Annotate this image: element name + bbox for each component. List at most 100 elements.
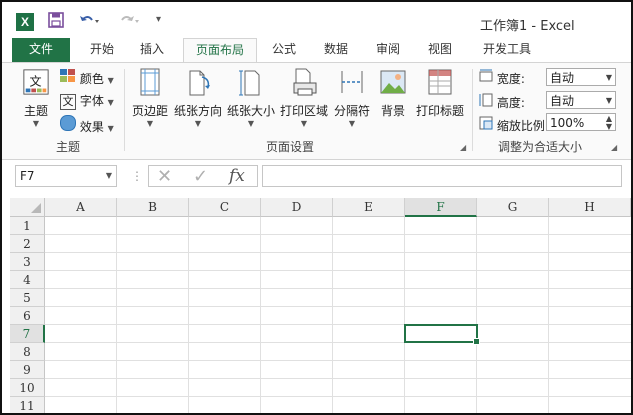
colors-button[interactable]: 颜色 ▼ <box>60 69 114 87</box>
select-all-button[interactable] <box>10 198 45 217</box>
background-icon <box>380 70 406 94</box>
row-header-10[interactable]: 10 <box>10 379 45 397</box>
height-label: 高度: <box>496 96 525 110</box>
size-caret-icon: ▼ <box>247 119 255 128</box>
height-value: 自动 <box>550 94 575 108</box>
tab-view[interactable]: 视图 <box>420 38 460 62</box>
fonts-button[interactable]: 文 字体 ▼ <box>60 92 114 110</box>
orientation-icon <box>189 70 210 96</box>
save-icon[interactable] <box>48 12 64 32</box>
row-header-1[interactable]: 1 <box>10 217 45 235</box>
customize-qat-icon[interactable]: ▾ <box>156 14 161 25</box>
tab-file[interactable]: 文件 <box>12 38 70 62</box>
width-icon <box>479 69 493 82</box>
row-header-8[interactable]: 8 <box>10 343 45 361</box>
fonts-icon: 文 <box>60 94 76 110</box>
column-header-B[interactable]: B <box>117 198 189 217</box>
size-icon <box>239 70 260 96</box>
gridline <box>476 217 477 413</box>
row-header-5[interactable]: 5 <box>10 289 45 307</box>
column-header-H[interactable]: H <box>549 198 631 217</box>
print-area-button[interactable]: 打印区域 ▼ <box>279 67 329 128</box>
print-area-caret-icon: ▼ <box>300 119 308 128</box>
page-setup-launcher-icon[interactable]: ◢ <box>460 143 466 152</box>
print-area-icon <box>293 68 317 96</box>
column-header-F[interactable]: F <box>405 198 477 217</box>
effects-button[interactable]: 效果 ▼ <box>60 115 114 135</box>
worksheet-grid[interactable]: A B C D E F G H 1 2 3 4 5 6 7 8 9 10 11 <box>2 198 631 413</box>
tab-page-layout[interactable]: 页面布局 <box>183 38 257 63</box>
row-header-9[interactable]: 9 <box>10 361 45 379</box>
tab-data[interactable]: 数据 <box>316 38 356 62</box>
gridline <box>45 252 631 253</box>
margins-icon <box>140 68 160 96</box>
column-header-A[interactable]: A <box>45 198 117 217</box>
chevron-down-icon: ▼ <box>605 96 612 105</box>
chevron-down-icon: ▼ <box>105 171 112 180</box>
gridline <box>45 234 631 235</box>
breaks-caret-icon: ▼ <box>348 119 356 128</box>
height-dropdown[interactable]: 自动 ▼ <box>546 91 616 109</box>
fonts-label: 字体 <box>79 94 104 108</box>
row-header-4[interactable]: 4 <box>10 271 45 289</box>
redo-icon[interactable] <box>118 12 140 32</box>
margins-button[interactable]: 页边距 ▼ <box>130 67 170 128</box>
print-titles-button[interactable]: 打印标题 <box>415 67 465 119</box>
spinner-icon[interactable]: ▲ ▼ <box>606 115 612 131</box>
themes-caret-icon: ▼ <box>32 119 40 128</box>
row-header-6[interactable]: 6 <box>10 307 45 325</box>
cancel-icon[interactable]: ✕ <box>157 166 172 187</box>
scale-launcher-icon[interactable]: ◢ <box>611 143 617 152</box>
column-header-C[interactable]: C <box>189 198 261 217</box>
tab-home[interactable]: 开始 <box>82 38 122 62</box>
insert-function-icon[interactable]: fx <box>229 166 245 186</box>
group-divider <box>124 69 125 151</box>
column-header-G[interactable]: G <box>477 198 549 217</box>
print-area-label: 打印区域 <box>279 104 328 118</box>
effects-label: 效果 <box>79 120 104 134</box>
breaks-button[interactable]: 分隔符 ▼ <box>332 67 372 128</box>
print-titles-icon <box>428 69 452 95</box>
undo-icon[interactable] <box>78 12 100 32</box>
themes-icon: 文 <box>23 69 49 95</box>
scale-value: 100% <box>550 116 585 130</box>
scale-group-label: 调整为合适大小 <box>498 140 583 154</box>
scale-spinner[interactable]: 100% ▲ ▼ <box>546 113 616 131</box>
fill-handle[interactable] <box>473 338 480 345</box>
enter-icon[interactable]: ✓ <box>193 166 208 187</box>
size-label: 纸张大小 <box>226 104 275 118</box>
size-button[interactable]: 纸张大小 ▼ <box>226 67 276 128</box>
active-cell-F7[interactable] <box>404 324 480 345</box>
tab-insert[interactable]: 插入 <box>132 38 172 62</box>
themes-button[interactable]: 文 主题 ▼ <box>16 67 56 128</box>
tab-developer[interactable]: 开发工具 <box>476 38 538 62</box>
gridline <box>45 288 631 289</box>
row-header-7[interactable]: 7 <box>10 325 45 343</box>
formula-input[interactable] <box>262 165 622 187</box>
print-titles-label: 打印标题 <box>415 104 464 118</box>
chevron-down-icon: ▼ <box>605 73 612 82</box>
formula-bar: F7 ▼ ⋮ ✕ ✓ fx <box>2 162 631 192</box>
row-header-2[interactable]: 2 <box>10 235 45 253</box>
svg-text:文: 文 <box>29 74 41 89</box>
theme-group-label: 主题 <box>56 140 81 154</box>
ribbon-tabs: 文件 开始 插入 页面布局 公式 数据 审阅 视图 开发工具 <box>2 38 631 63</box>
tab-review[interactable]: 审阅 <box>368 38 408 62</box>
gridline <box>45 378 631 379</box>
row-header-3[interactable]: 3 <box>10 253 45 271</box>
tab-formulas[interactable]: 公式 <box>264 38 304 62</box>
width-dropdown[interactable]: 自动 ▼ <box>546 68 616 86</box>
name-box[interactable]: F7 ▼ <box>15 165 117 187</box>
column-header-D[interactable]: D <box>261 198 333 217</box>
gridline <box>548 217 549 413</box>
orientation-button[interactable]: 纸张方向 ▼ <box>173 67 223 128</box>
width-label: 宽度: <box>496 72 525 86</box>
formula-controls: ✕ ✓ fx <box>148 165 258 187</box>
width-row: 宽度: <box>479 69 525 87</box>
column-header-E[interactable]: E <box>333 198 405 217</box>
excel-window: X ▾ 工作簿1 - Excel 文件 开始 插入 页面布局 公式 数据 审阅 … <box>0 0 633 415</box>
background-button[interactable]: 背景 <box>376 67 410 119</box>
row-header-11[interactable]: 11 <box>10 397 45 413</box>
gridline <box>45 270 631 271</box>
gridline <box>260 217 261 413</box>
